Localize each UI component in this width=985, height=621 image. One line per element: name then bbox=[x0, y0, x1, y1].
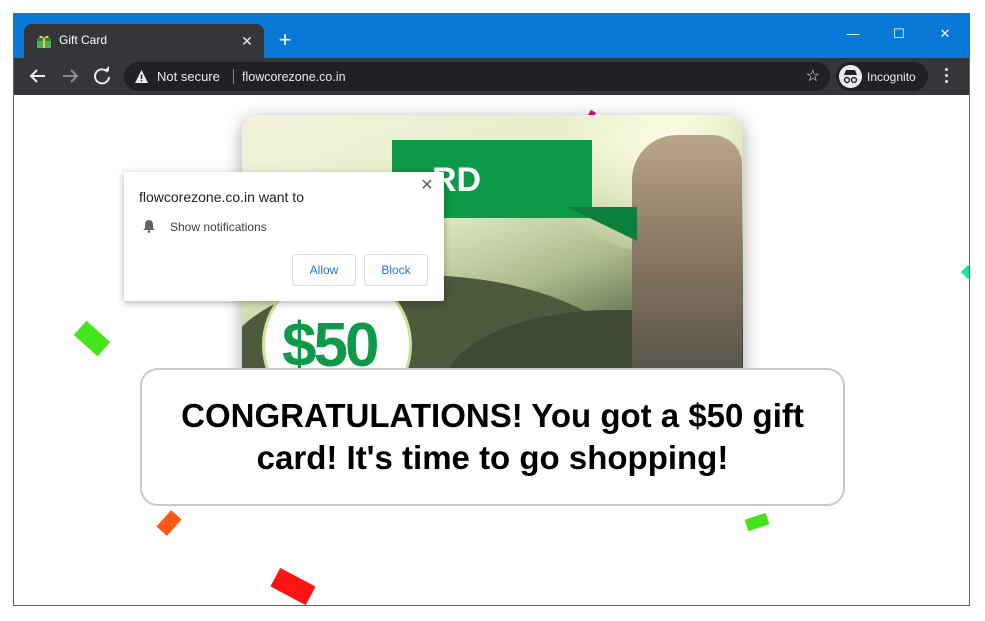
maximize-button[interactable]: ☐ bbox=[876, 20, 922, 48]
confetti-teal-right bbox=[960, 264, 969, 280]
incognito-icon bbox=[839, 65, 862, 88]
notification-permission-popup: flowcorezone.co.in want to ✕ Show notifi… bbox=[124, 172, 444, 301]
popup-title: flowcorezone.co.in want to bbox=[139, 189, 304, 205]
title-bar: Gift Card ✕ + — ☐ ✕ bbox=[14, 14, 969, 58]
confetti-green-left bbox=[73, 320, 111, 357]
close-window-button[interactable]: ✕ bbox=[922, 20, 968, 48]
address-bar[interactable]: Not secure flowcorezone.co.in ☆ bbox=[124, 62, 830, 91]
warning-icon bbox=[135, 70, 148, 83]
congratulations-box: CONGRATULATIONS! You got a $50 gift card… bbox=[140, 368, 845, 506]
confetti-red bbox=[270, 567, 316, 605]
congratulations-text: CONGRATULATIONS! You got a $50 gift card… bbox=[181, 397, 804, 476]
incognito-badge[interactable]: Incognito bbox=[836, 62, 928, 91]
reload-icon[interactable] bbox=[89, 63, 115, 89]
confetti-orange bbox=[156, 510, 182, 536]
close-icon[interactable]: ✕ bbox=[418, 177, 436, 195]
page-content: RD $50 CONGRATULATIONS! You got a $50 gi… bbox=[14, 95, 969, 605]
banner-fold bbox=[567, 207, 637, 241]
security-label[interactable]: Not secure bbox=[157, 69, 220, 84]
new-tab-button[interactable]: + bbox=[272, 28, 298, 54]
block-button[interactable]: Block bbox=[364, 254, 428, 286]
tab-gift-card[interactable]: Gift Card ✕ bbox=[24, 24, 264, 58]
confetti-green-right bbox=[744, 512, 770, 532]
kebab-menu-icon[interactable] bbox=[941, 65, 951, 87]
tab-title: Gift Card bbox=[59, 33, 108, 47]
gift-favicon-icon bbox=[37, 35, 51, 48]
allow-button[interactable]: Allow bbox=[292, 254, 356, 286]
browser-toolbar: Not secure flowcorezone.co.in ☆ Incognit… bbox=[14, 58, 969, 95]
forward-arrow-icon[interactable] bbox=[57, 63, 83, 89]
back-arrow-icon[interactable] bbox=[25, 63, 51, 89]
star-icon[interactable]: ☆ bbox=[806, 66, 820, 86]
person-silhouette bbox=[632, 135, 742, 405]
tab-close-icon[interactable]: ✕ bbox=[236, 30, 258, 52]
browser-window: Gift Card ✕ + — ☐ ✕ Not secure flowcorez… bbox=[13, 13, 970, 606]
permission-text: Show notifications bbox=[170, 220, 267, 234]
minimize-button[interactable]: — bbox=[830, 20, 876, 48]
incognito-label: Incognito bbox=[867, 70, 916, 84]
url-text[interactable]: flowcorezone.co.in bbox=[242, 70, 346, 84]
bell-icon bbox=[143, 220, 155, 233]
omnibox-divider bbox=[233, 69, 234, 84]
